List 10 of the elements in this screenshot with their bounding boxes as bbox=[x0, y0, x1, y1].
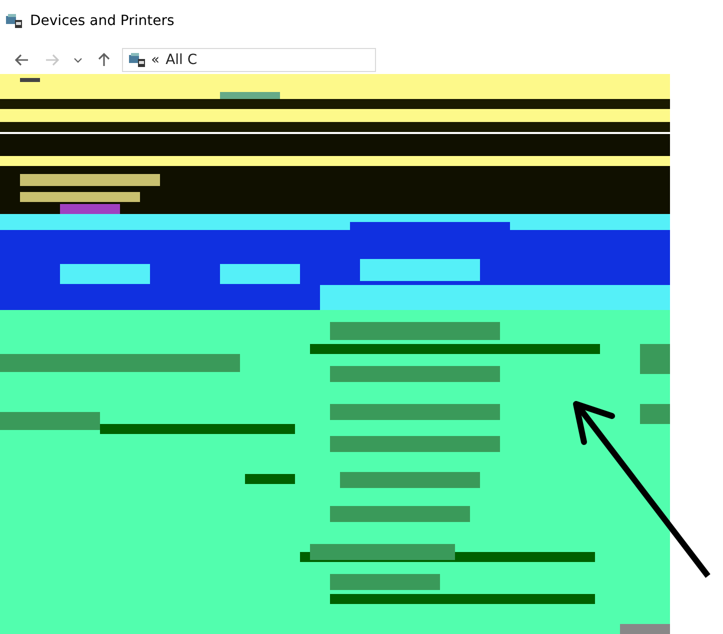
up-arrow-icon bbox=[96, 52, 112, 68]
right-arrow-icon bbox=[44, 52, 60, 68]
left-arrow-icon bbox=[14, 52, 30, 68]
chevron-down-icon bbox=[74, 56, 82, 64]
breadcrumb-path[interactable]: All C bbox=[166, 52, 198, 68]
location-icon bbox=[129, 52, 145, 67]
window-title: Devices and Printers bbox=[30, 12, 174, 29]
address-bar[interactable]: « All C bbox=[122, 48, 376, 72]
devices-printers-icon bbox=[6, 14, 22, 28]
breadcrumb-overflow[interactable]: « bbox=[151, 52, 160, 68]
